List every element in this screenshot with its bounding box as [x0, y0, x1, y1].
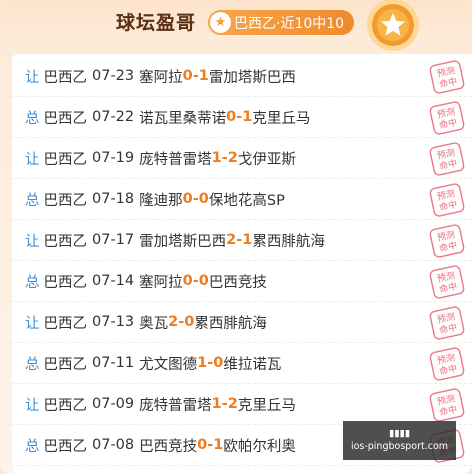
- streak-badge[interactable]: ★ 巴西乙·近10中10: [208, 10, 354, 35]
- away-team: 欧帕尔利奥: [223, 438, 296, 455]
- bet-type-label: 让: [25, 69, 40, 86]
- league-name: 巴西乙: [43, 233, 88, 250]
- home-score: 1: [211, 396, 222, 412]
- away-score: 1: [198, 68, 209, 84]
- home-team: 塞阿拉: [139, 274, 183, 291]
- match-date: 07-18: [92, 191, 135, 207]
- home-score: 0: [197, 437, 208, 453]
- away-team: 克里丘马: [252, 110, 311, 127]
- prediction-hit-stamp-icon: 预测命中: [429, 183, 465, 217]
- streak-badge-label: 巴西乙·近10中10: [234, 15, 345, 32]
- match-row[interactable]: 总巴西乙 07-22 诺瓦里桑蒂诺 0 - 1 克里丘马 预测 命中: [12, 97, 472, 138]
- away-score: 1: [242, 109, 253, 125]
- home-team: 塞阿拉: [139, 69, 183, 86]
- home-team: 诺瓦里桑蒂诺: [139, 110, 227, 127]
- home-score: 0: [182, 191, 193, 207]
- prediction-hit-stamp-icon: 预测命中: [429, 388, 465, 422]
- bet-type-label: 让: [25, 397, 40, 414]
- bet-type-label: 让: [25, 233, 40, 250]
- home-score: 0: [182, 68, 193, 84]
- away-score: 1: [213, 437, 224, 453]
- home-team: 奥瓦: [139, 315, 169, 332]
- home-score: 1: [197, 355, 208, 371]
- match-row[interactable]: 让巴西乙 07-17 雷加塔斯巴西 2 - 1 累西腓航海 预测 命中: [12, 220, 472, 261]
- bet-type-label: 总: [25, 356, 40, 373]
- league-name: 巴西乙: [43, 192, 88, 209]
- prediction-hit-stamp-icon: 预测命中: [429, 224, 465, 258]
- match-date: 07-13: [92, 314, 135, 330]
- match-row[interactable]: 总巴西乙 07-18 隆迪那 0 - 0 保地花高SP 预测 命中: [12, 179, 472, 220]
- away-score: 0: [213, 355, 224, 371]
- prediction-hit-stamp-icon: 预测命中: [429, 101, 465, 135]
- home-score: 2: [226, 232, 237, 248]
- match-date: 07-22: [92, 109, 135, 125]
- bet-type-label: 让: [25, 151, 40, 168]
- home-team: 庞特普雷塔: [139, 151, 212, 168]
- prediction-hit-stamp-icon: 预测命中: [429, 347, 465, 381]
- away-team: 雷加塔斯巴西: [208, 69, 296, 86]
- match-date: 07-11: [92, 355, 135, 371]
- expert-name: 球坛盈哥: [116, 12, 197, 34]
- away-score: 0: [198, 191, 209, 207]
- match-date: 07-17: [92, 232, 135, 248]
- star-icon: ★: [210, 12, 231, 33]
- home-team: 雷加塔斯巴西: [139, 233, 227, 250]
- home-score: 0: [226, 109, 237, 125]
- bet-type-label: 总: [25, 192, 40, 209]
- match-row[interactable]: 让巴西乙 07-13 奥瓦 2 - 0 累西腓航海 预测 命中: [12, 302, 472, 343]
- match-row[interactable]: 让巴西乙 07-19 庞特普雷塔 1 - 2 戈伊亚斯 预测 命中: [12, 138, 472, 179]
- away-score: 2: [227, 150, 238, 166]
- away-team: 克里丘马: [237, 397, 296, 414]
- prediction-list: 让巴西乙 07-23 塞阿拉 0 - 1 雷加塔斯巴西 预测 命中总巴西乙 07-22 诺瓦里桑…: [12, 54, 472, 474]
- expert-record-card: 球坛盈哥 ★ 巴西乙·近10中10 让巴西乙 07-23 塞阿拉 0 - 1 雷加塔斯巴…: [0, 0, 472, 474]
- home-team: 隆迪那: [139, 192, 183, 209]
- home-score: 2: [168, 314, 179, 330]
- star-medal-icon: [367, 0, 419, 51]
- home-score: 0: [182, 273, 193, 289]
- away-score: 0: [198, 273, 209, 289]
- match-row[interactable]: 总巴西乙 07-14 塞阿拉 0 - 0 巴西竞技 预测 命中: [12, 261, 472, 302]
- league-name: 巴西乙: [43, 397, 88, 414]
- bet-type-label: 总: [25, 110, 40, 127]
- prediction-hit-stamp-icon: 预测命中: [429, 142, 465, 176]
- prediction-hit-stamp-icon: 预测命中: [429, 60, 465, 94]
- league-name: 巴西乙: [43, 438, 88, 455]
- away-team: 巴西竞技: [208, 274, 267, 291]
- home-team: 尤文图德: [139, 356, 198, 373]
- home-score: 1: [211, 150, 222, 166]
- away-score: 0: [184, 314, 195, 330]
- league-name: 巴西乙: [43, 274, 88, 291]
- league-name: 巴西乙: [43, 110, 88, 127]
- card-header: 球坛盈哥 ★ 巴西乙·近10中10: [0, 0, 472, 52]
- match-date: 07-23: [92, 68, 135, 84]
- bet-type-label: 总: [25, 274, 40, 291]
- match-date: 07-08: [92, 437, 135, 453]
- match-row[interactable]: 让巴西乙 07-23 塞阿拉 0 - 1 雷加塔斯巴西 预测 命中: [12, 56, 472, 97]
- league-name: 巴西乙: [43, 151, 88, 168]
- league-name: 巴西乙: [43, 356, 88, 373]
- prediction-hit-stamp-icon: 预测命中: [429, 265, 465, 299]
- match-date: 07-09: [92, 396, 135, 412]
- league-name: 巴西乙: [43, 69, 88, 86]
- league-name: 巴西乙: [43, 315, 88, 332]
- watermark: ▮▮▮▮ ios-pingbosport.com: [343, 421, 456, 460]
- bet-type-label: 让: [25, 315, 40, 332]
- match-row[interactable]: 总巴西乙 07-11 尤文图德 1 - 0 维拉诺瓦 预测 命中: [12, 343, 472, 384]
- away-team: 保地花高SP: [208, 192, 285, 209]
- match-date: 07-19: [92, 150, 135, 166]
- bet-type-label: 总: [25, 438, 40, 455]
- away-team: 戈伊亚斯: [237, 151, 296, 168]
- prediction-hit-stamp-icon: 预测命中: [429, 306, 465, 340]
- away-score: 2: [227, 396, 238, 412]
- home-team: 巴西竞技: [139, 438, 198, 455]
- match-row[interactable]: 让巴西乙 07-09 庞特普雷塔 1 - 2 克里丘马 预测 命中: [12, 384, 472, 425]
- home-team: 庞特普雷塔: [139, 397, 212, 414]
- away-team: 维拉诺瓦: [223, 356, 282, 373]
- match-date: 07-14: [92, 273, 135, 289]
- away-team: 累西腓航海: [252, 233, 325, 250]
- away-team: 累西腓航海: [194, 315, 267, 332]
- away-score: 1: [242, 232, 253, 248]
